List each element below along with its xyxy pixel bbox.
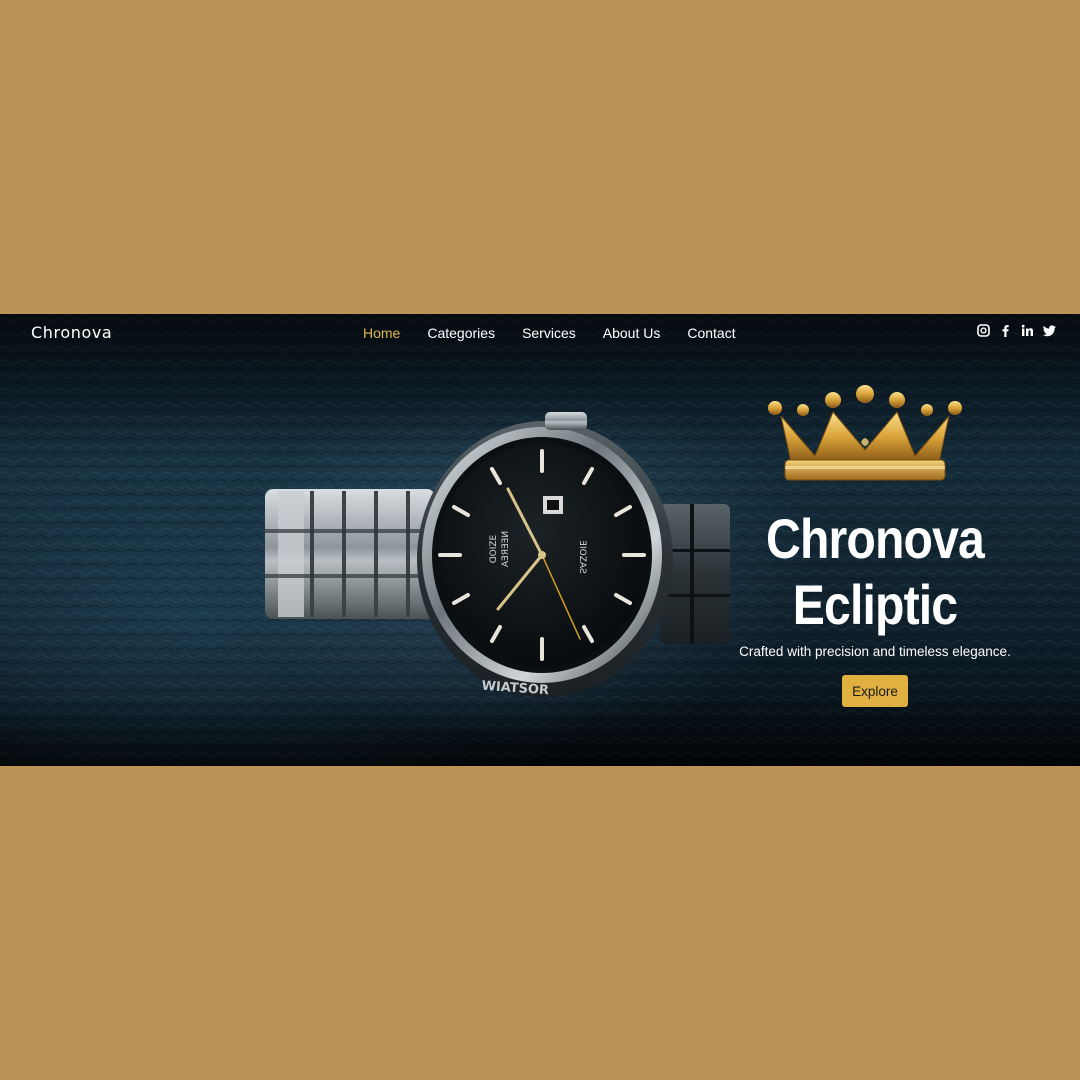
brand-logo[interactable]: Chronova <box>31 323 112 342</box>
nav-item-categories[interactable]: Categories <box>427 325 495 341</box>
dial-text-left-2: AƎЯƎƎИ <box>501 531 511 567</box>
explore-button[interactable]: Explore <box>842 675 908 707</box>
hero-title-line-2: Ecliptic <box>792 573 958 636</box>
hero-title: Chronova Ecliptic <box>750 506 999 638</box>
nav-item-contact[interactable]: Contact <box>687 325 735 341</box>
dial-text-right: ƎIOZAƧ <box>577 540 587 574</box>
dial-text-left-1: ꓷOIZE <box>489 534 499 563</box>
facebook-icon[interactable] <box>999 324 1012 337</box>
nav-item-about-us[interactable]: About Us <box>603 325 661 341</box>
nav-item-home[interactable]: Home <box>363 325 400 341</box>
watch-image: ꓷOIZE AƎЯƎƎИ ƎIOZAƧ WIATSOR <box>265 412 730 698</box>
linkedin-icon[interactable] <box>1021 324 1034 337</box>
twitter-icon[interactable] <box>1043 324 1056 337</box>
navbar: Chronova Home Categories Services About … <box>0 314 1080 352</box>
hero-title-line-1: Chronova <box>766 507 985 570</box>
social-links <box>977 324 1056 337</box>
nav-item-services[interactable]: Services <box>522 325 576 341</box>
instagram-icon[interactable] <box>977 324 990 337</box>
hero-subtitle: Crafted with precision and timeless eleg… <box>739 644 1011 659</box>
main-menu: Home Categories Services About Us Contac… <box>363 325 763 341</box>
hero-section: ꓷOIZE AƎЯƎƎИ ƎIOZAƧ WIATSOR Chronova Hom… <box>0 314 1080 766</box>
crown-icon <box>768 385 962 481</box>
